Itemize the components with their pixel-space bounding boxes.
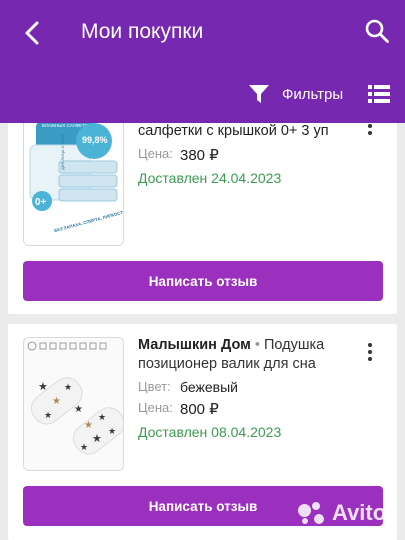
avito-watermark: Avito: [298, 500, 386, 526]
image-age: 0+: [35, 197, 47, 208]
image-percent: 99,8%: [82, 135, 108, 145]
image-side-text: ДЛЯ ЛИЦА И ТЕЛА: [60, 134, 65, 170]
price-value: 380 ₽: [180, 147, 219, 164]
price-value: 800 ₽: [180, 401, 219, 418]
price-row: Цена: 800 ₽: [138, 400, 358, 418]
product-image-wipes[interactable]: ВЛАЖНЫХ САЛФЕТОК 99,8% ДЛЯ ЛИЦА И ТЕЛА 0…: [23, 114, 124, 246]
order-card: ВЛАЖНЫХ САЛФЕТОК 99,8% ДЛЯ ЛИЦА И ТЕЛА 0…: [8, 92, 397, 314]
watermark-text: Avito: [332, 500, 387, 525]
svg-text:★: ★: [64, 382, 72, 392]
svg-text:★: ★: [108, 426, 116, 436]
filters-button[interactable]: Фильтры: [248, 83, 343, 105]
product-image-pillow[interactable]: ★ ★ ★ ★ ★ ★ ★ ★ ★ ★: [23, 337, 124, 471]
svg-text:★: ★: [92, 433, 102, 445]
svg-text:★: ★: [80, 442, 88, 452]
svg-text:★: ★: [98, 412, 106, 422]
color-row: Цвет: бежевый: [138, 379, 358, 395]
title-separator: •: [254, 337, 260, 353]
price-row: Цена: 380 ₽: [138, 146, 358, 164]
product-title[interactable]: салфетки с крышкой 0+ 3 уп: [138, 122, 358, 141]
svg-text:★: ★: [52, 396, 61, 407]
list-view-icon[interactable]: [368, 84, 390, 104]
product-title[interactable]: Малышкин Дом • Подушка позиционер валик …: [138, 336, 358, 374]
search-icon[interactable]: [364, 18, 390, 44]
color-label: Цвет:: [138, 379, 171, 394]
app-header: Мои покупки Фильтры: [0, 0, 405, 123]
order-info: салфетки с крышкой 0+ 3 уп Цена: 380 ₽ Д…: [138, 122, 358, 186]
svg-text:★: ★: [38, 381, 48, 393]
filters-label: Фильтры: [282, 85, 344, 103]
svg-text:★: ★: [74, 404, 83, 415]
write-review-button[interactable]: Написать отзыв: [23, 261, 383, 301]
order-info: Малышкин Дом • Подушка позиционер валик …: [138, 336, 358, 440]
chevron-left-icon[interactable]: [18, 18, 48, 48]
more-options-icon[interactable]: [360, 340, 380, 366]
product-brand: Малышкин Дом: [138, 337, 251, 353]
color-value: бежевый: [180, 379, 238, 395]
delivery-status: Доставлен 24.04.2023: [138, 170, 282, 186]
price-label: Цена:: [138, 400, 173, 415]
svg-text:★: ★: [44, 410, 52, 420]
svg-text:★: ★: [84, 420, 93, 431]
pillow-image: ★ ★ ★ ★ ★ ★ ★ ★ ★ ★: [24, 338, 123, 470]
funnel-icon: [249, 85, 269, 103]
price-label: Цена:: [138, 146, 173, 161]
avito-logo-icon: [298, 502, 328, 524]
delivery-status: Доставлен 08.04.2023: [138, 424, 282, 440]
page-title: Мои покупки: [81, 20, 204, 43]
wipes-package-image: ВЛАЖНЫХ САЛФЕТОК 99,8% ДЛЯ ЛИЦА И ТЕЛА 0…: [24, 115, 123, 245]
